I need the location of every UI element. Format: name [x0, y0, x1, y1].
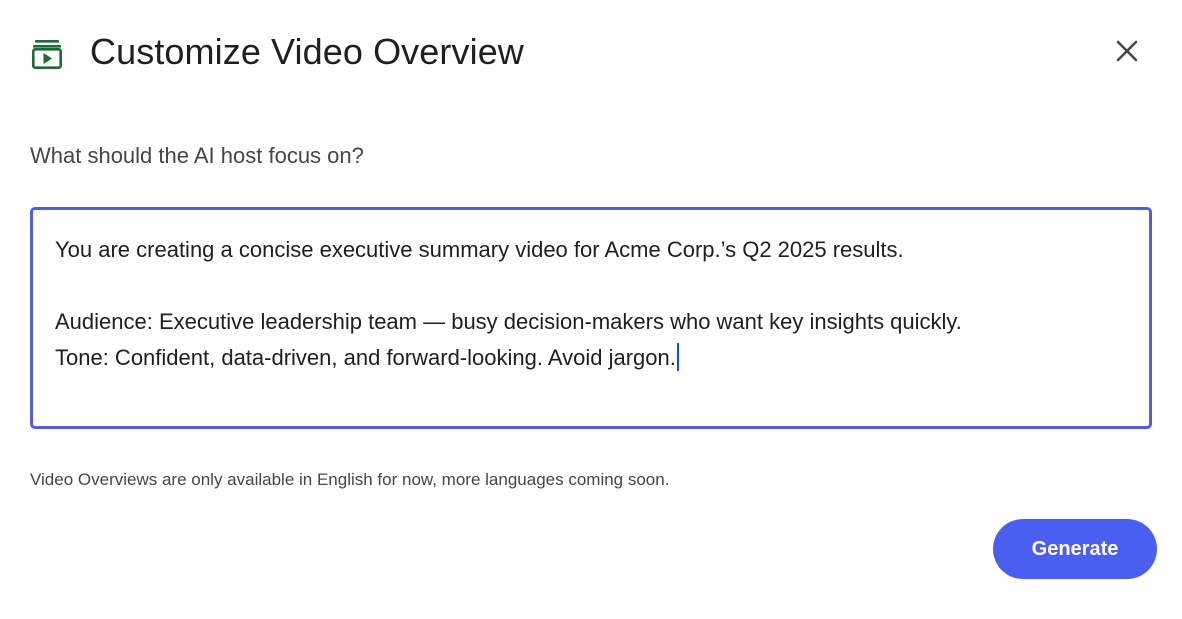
customize-video-overview-dialog: Customize Video Overview What should the…: [0, 0, 1182, 619]
focus-prompt-text[interactable]: You are creating a concise executive sum…: [55, 232, 1115, 376]
dialog-title: Customize Video Overview: [90, 31, 524, 72]
prompt-line-3: Audience: Executive leadership team — bu…: [55, 309, 962, 334]
focus-prompt-textarea[interactable]: You are creating a concise executive sum…: [30, 207, 1152, 429]
close-button[interactable]: [1107, 33, 1147, 73]
prompt-label: What should the AI host focus on?: [30, 143, 364, 168]
language-availability-note: Video Overviews are only available in En…: [30, 470, 670, 489]
prompt-line-4-text: Tone: Confident, data-driven, and forwar…: [55, 345, 676, 370]
text-caret: [676, 343, 679, 371]
video-stack-icon: [31, 38, 63, 70]
prompt-line-4: Tone: Confident, data-driven, and forwar…: [55, 340, 1115, 376]
prompt-line-1: You are creating a concise executive sum…: [55, 237, 904, 262]
close-icon[interactable]: [1116, 40, 1138, 67]
prompt-line-2: [55, 268, 1115, 304]
generate-button[interactable]: Generate: [993, 519, 1157, 579]
